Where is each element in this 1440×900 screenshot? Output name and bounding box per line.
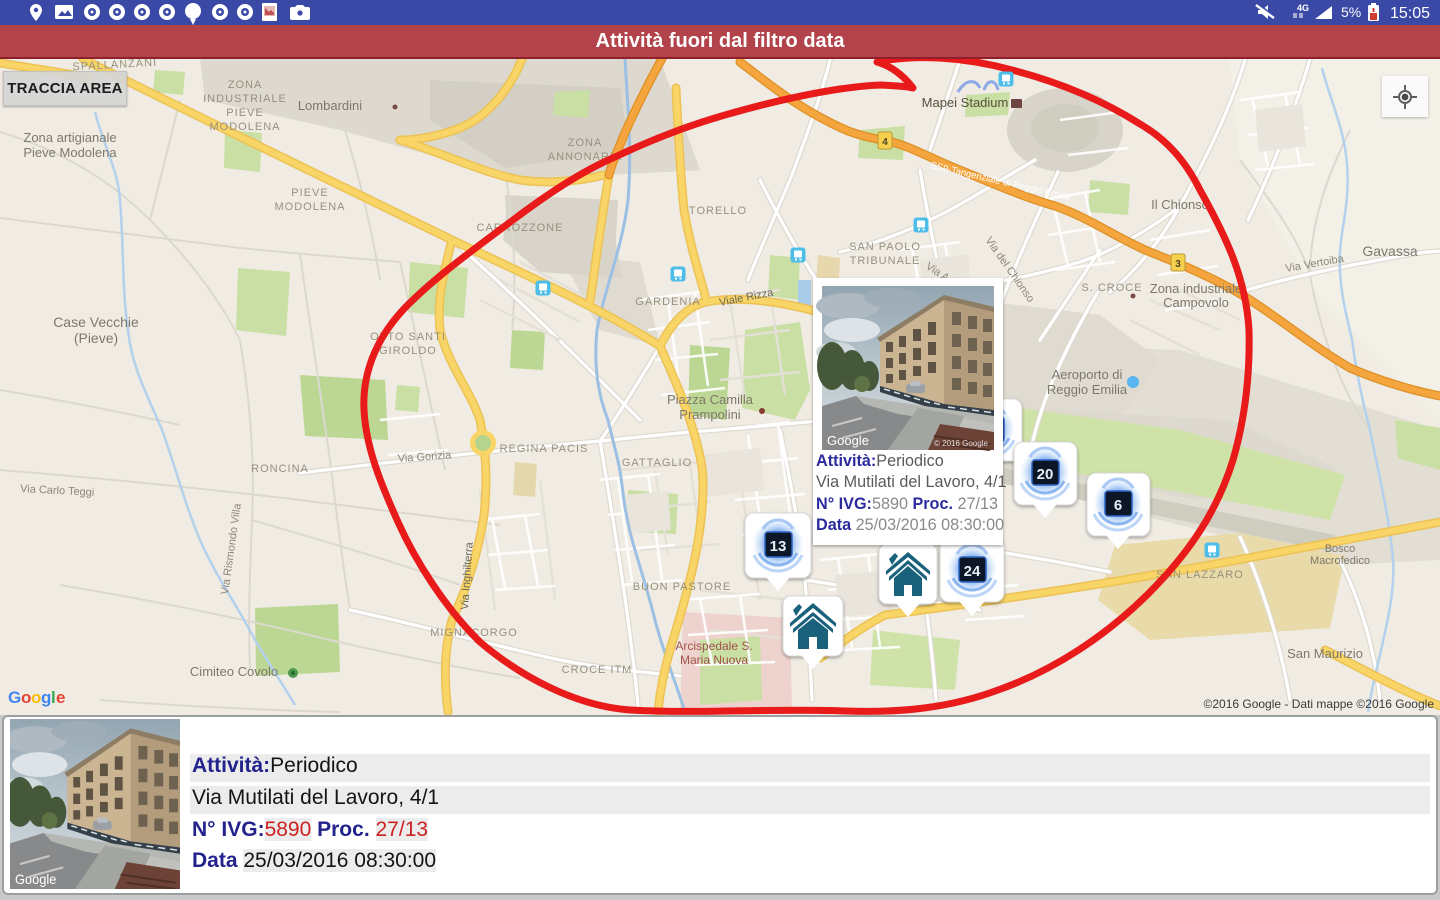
svg-text:MODOLENA: MODOLENA [210, 121, 281, 133]
svg-text:Arcispedale S.: Arcispedale S. [675, 639, 752, 653]
svg-text:Prampolini: Prampolini [679, 407, 741, 422]
svg-text:Bosco: Bosco [1325, 543, 1356, 555]
svg-text:Gavassa: Gavassa [1362, 243, 1417, 259]
svg-text:o: o [31, 688, 41, 707]
svg-text:CROCE ITM: CROCE ITM [562, 664, 633, 676]
svg-text:TRIBUNALE: TRIBUNALE [850, 255, 921, 267]
svg-text:20: 20 [1037, 466, 1054, 483]
svg-text:Campovolo: Campovolo [1163, 295, 1229, 310]
svg-text:San Maurizio: San Maurizio [1287, 646, 1363, 661]
svg-text:Mapei Stadium: Mapei Stadium [922, 95, 1009, 110]
svg-text:3: 3 [1175, 259, 1181, 270]
svg-text:ZONA: ZONA [228, 79, 263, 91]
svg-text:CARROZZONE: CARROZZONE [477, 222, 564, 234]
svg-text:Data 25/03/2016 08:30:00: Data 25/03/2016 08:30:00 [816, 516, 1004, 534]
svg-text:Pieve Modolena: Pieve Modolena [23, 145, 117, 160]
svg-text:Google: Google [15, 872, 56, 887]
svg-text:Maria Nuova: Maria Nuova [680, 653, 748, 667]
svg-text:N° IVG:5890 Proc. 27/13: N° IVG:5890 Proc. 27/13 [816, 495, 998, 513]
svg-text:PIEVE: PIEVE [226, 107, 263, 119]
svg-text:(Pieve): (Pieve) [74, 330, 118, 346]
svg-text:BUON PASTORE: BUON PASTORE [633, 581, 731, 593]
svg-text:g: g [41, 688, 51, 707]
svg-text:6: 6 [1114, 497, 1122, 514]
svg-text:S. CROCE: S. CROCE [1081, 282, 1142, 294]
svg-text:G: G [8, 688, 21, 707]
svg-text:PIEVE: PIEVE [291, 187, 328, 199]
svg-text:Macrofedico: Macrofedico [1310, 555, 1370, 567]
svg-text:4: 4 [882, 137, 888, 148]
svg-text:Lombardini: Lombardini [298, 98, 362, 113]
svg-text:o: o [21, 688, 31, 707]
svg-text:RONCINA: RONCINA [251, 463, 309, 475]
svg-text:4G: 4G [1297, 3, 1309, 13]
svg-text:24: 24 [964, 563, 981, 580]
svg-text:Il Chionso: Il Chionso [1151, 197, 1209, 212]
svg-text:© 2016 Google: © 2016 Google [934, 439, 988, 448]
svg-text:Reggio Emilia: Reggio Emilia [1047, 382, 1128, 397]
svg-text:Google: Google [827, 433, 869, 448]
svg-text:GIROLDO: GIROLDO [379, 345, 437, 357]
svg-text:Zona industriale: Zona industriale [1150, 281, 1243, 296]
svg-text:Cimiteo Covolo: Cimiteo Covolo [190, 664, 278, 679]
svg-text:15:05: 15:05 [1390, 5, 1430, 22]
svg-text:REGINA PACIS: REGINA PACIS [500, 443, 589, 455]
svg-text:INDUSTRIALE: INDUSTRIALE [203, 93, 287, 105]
svg-text:e: e [56, 688, 65, 707]
svg-text:Via Mutilati del Lavoro, 4/1: Via Mutilati del Lavoro, 4/1 [816, 473, 1006, 491]
svg-text:Piazza Camilla: Piazza Camilla [667, 392, 754, 407]
svg-text:TORELLO: TORELLO [689, 205, 747, 217]
svg-text:SAN PAOLO: SAN PAOLO [849, 241, 921, 253]
svg-text:Attività:Periodico: Attività:Periodico [816, 452, 944, 470]
svg-text:MODOLENA: MODOLENA [275, 201, 346, 213]
svg-text:13: 13 [770, 538, 787, 555]
svg-text:GARDENIA: GARDENIA [635, 296, 700, 308]
svg-text:5%: 5% [1341, 4, 1361, 20]
svg-text:Aeroporto di: Aeroporto di [1052, 367, 1123, 382]
svg-text:ZONA: ZONA [568, 137, 603, 149]
svg-text:GATTAGLIO: GATTAGLIO [622, 457, 692, 469]
svg-text:Zona artigianale: Zona artigianale [23, 130, 116, 145]
svg-text:©2016 Google - Dati mappe ©201: ©2016 Google - Dati mappe ©2016 Google [1204, 697, 1435, 711]
svg-text:Case Vecchie: Case Vecchie [53, 314, 139, 330]
